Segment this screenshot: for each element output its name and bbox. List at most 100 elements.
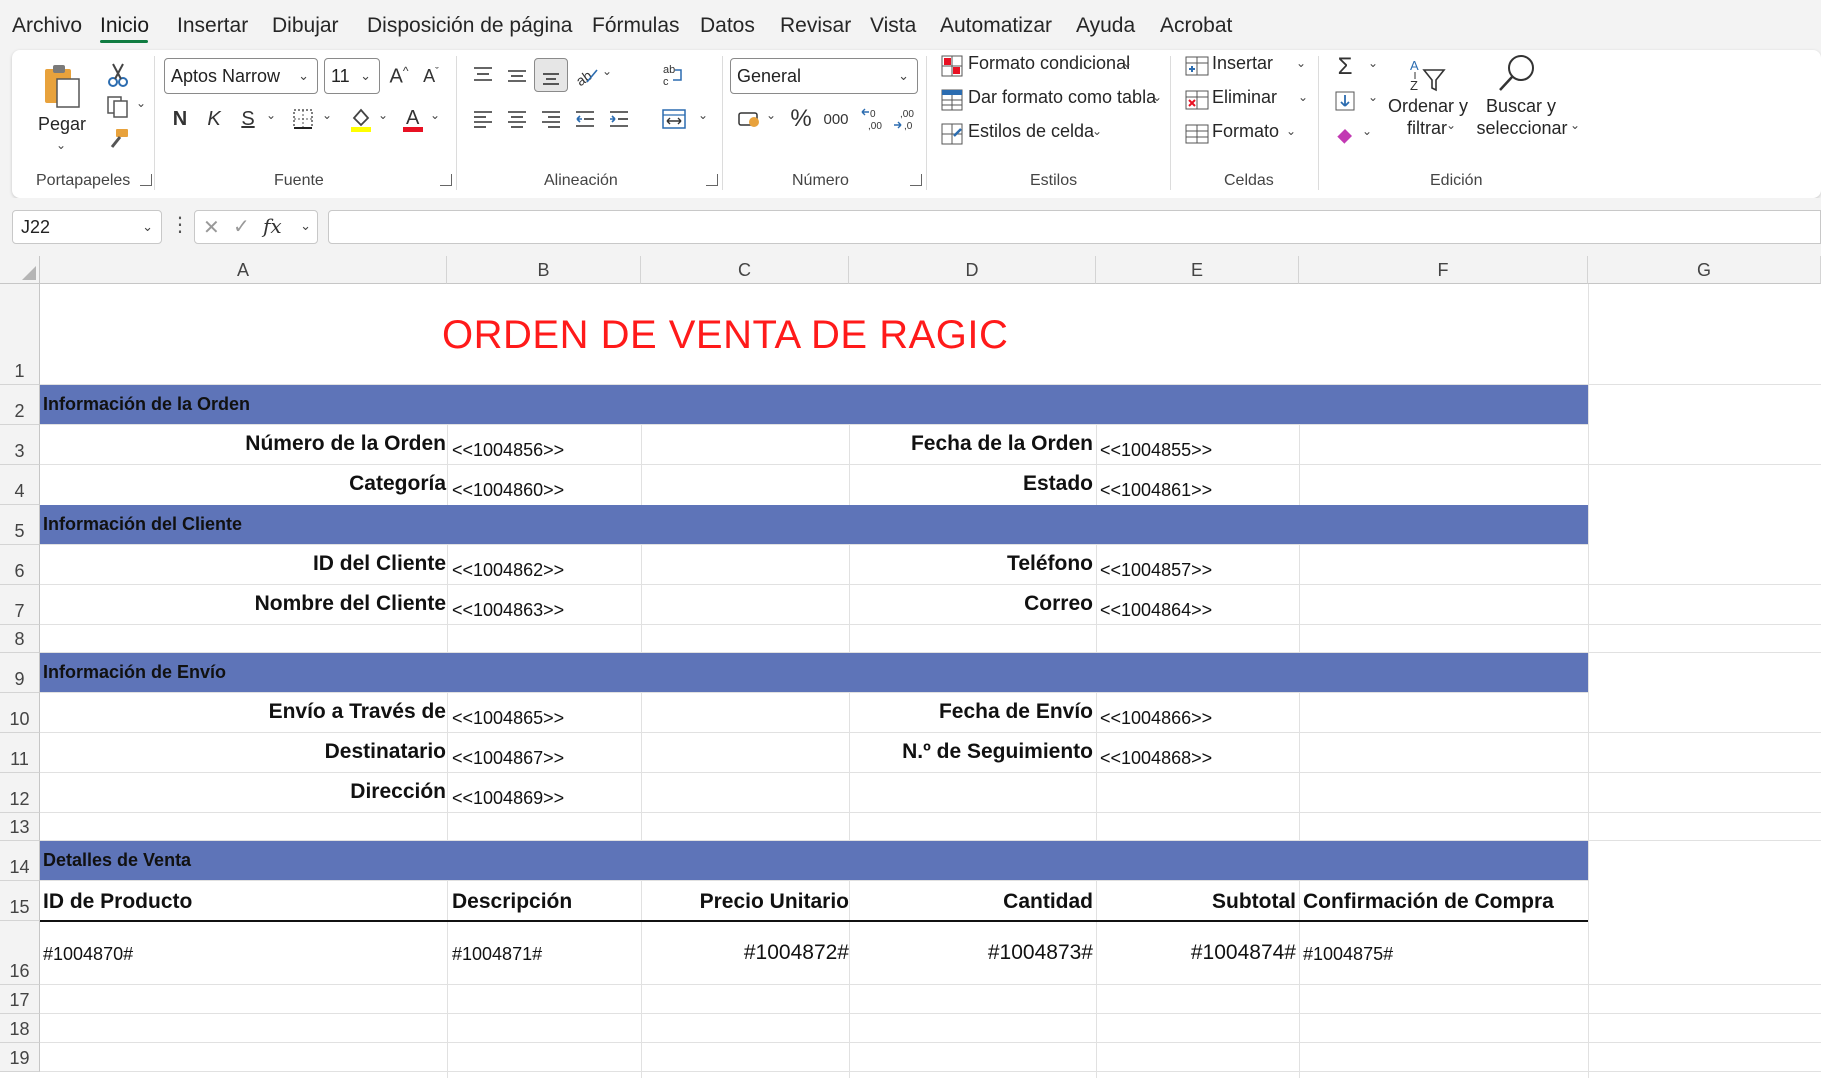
- clear-chevron-icon[interactable]: ⌄: [1362, 124, 1372, 138]
- decrease-font-button[interactable]: Aˇ: [416, 58, 446, 94]
- copy-button[interactable]: [102, 92, 134, 122]
- table-cell-subtotal[interactable]: #1004874#: [1191, 941, 1296, 965]
- alignment-launcher-icon[interactable]: [706, 174, 718, 186]
- sort-filter-icon[interactable]: AZ: [1408, 54, 1448, 98]
- table-cell-product-id[interactable]: #1004870#: [43, 944, 133, 965]
- tab-acrobat[interactable]: Acrobat: [1160, 14, 1232, 38]
- value-ship-via[interactable]: <<1004865>>: [452, 708, 564, 729]
- section-band-sales[interactable]: [40, 841, 1588, 881]
- copy-chevron-icon[interactable]: ⌄: [136, 96, 146, 110]
- wrap-text-button[interactable]: ab c: [658, 58, 690, 92]
- delete-cells-icon[interactable]: [1184, 86, 1210, 114]
- tab-datos[interactable]: Datos: [700, 14, 755, 38]
- name-box[interactable]: J22 ⌄: [12, 210, 162, 244]
- name-box-chevron-icon[interactable]: ⌄: [142, 211, 153, 243]
- select-all-corner[interactable]: [0, 256, 40, 284]
- value-order-date[interactable]: <<1004855>>: [1100, 440, 1212, 461]
- decrease-decimal-button[interactable]: ,00,0: [890, 102, 920, 136]
- format-as-table-button[interactable]: Dar formato como tabla: [968, 87, 1156, 108]
- column-header-c[interactable]: C: [641, 256, 849, 284]
- font-launcher-icon[interactable]: [440, 174, 452, 186]
- tab-ayuda[interactable]: Ayuda: [1076, 14, 1135, 38]
- column-header-d[interactable]: D: [849, 256, 1096, 284]
- row-header-5[interactable]: 5: [0, 505, 40, 545]
- table-cell-description[interactable]: #1004871#: [452, 944, 542, 965]
- enter-icon[interactable]: ✓: [233, 214, 250, 239]
- number-format-select[interactable]: General ⌄: [730, 58, 918, 94]
- clipboard-launcher-icon[interactable]: [140, 174, 152, 186]
- fill-button[interactable]: [1330, 86, 1360, 116]
- orientation-chevron-icon[interactable]: ⌄: [602, 64, 612, 78]
- conditional-format-button[interactable]: Formato condicional: [968, 53, 1130, 74]
- paste-chevron-icon[interactable]: ⌄: [56, 138, 66, 152]
- autosum-button[interactable]: Σ: [1330, 52, 1360, 82]
- increase-font-button[interactable]: A^: [384, 58, 414, 94]
- table-cell-quantity[interactable]: #1004873#: [988, 941, 1093, 965]
- cell-styles-chevron-icon[interactable]: ⌄: [1092, 124, 1102, 138]
- cell-styles-button[interactable]: Estilos de celda: [968, 121, 1094, 142]
- conditional-format-chevron-icon[interactable]: ⌄: [1122, 56, 1132, 70]
- format-as-table-chevron-icon[interactable]: ⌄: [1152, 90, 1162, 104]
- column-header-e[interactable]: E: [1096, 256, 1299, 284]
- row-header-19[interactable]: 19: [0, 1043, 40, 1072]
- fill-color-chevron-icon[interactable]: ⌄: [378, 108, 388, 122]
- percent-button[interactable]: %: [786, 102, 816, 136]
- table-cell-unit-price[interactable]: #1004872#: [744, 941, 849, 965]
- section-band-customer[interactable]: [40, 505, 1588, 545]
- font-name-select[interactable]: Aptos Narrow ⌄: [164, 58, 318, 94]
- row-header-11[interactable]: 11: [0, 733, 40, 773]
- font-color-chevron-icon[interactable]: ⌄: [430, 108, 440, 122]
- format-cells-icon[interactable]: [1184, 120, 1210, 148]
- format-cells-button[interactable]: Formato: [1212, 121, 1279, 142]
- row-header-12[interactable]: 12: [0, 773, 40, 813]
- cut-button[interactable]: [102, 60, 134, 90]
- format-painter-button[interactable]: [102, 124, 134, 154]
- row-header-13[interactable]: 13: [0, 813, 40, 841]
- row-header-10[interactable]: 10: [0, 693, 40, 733]
- find-select-chevron-icon[interactable]: ⌄: [1570, 118, 1580, 132]
- value-recipient[interactable]: <<1004867>>: [452, 748, 564, 769]
- accounting-chevron-icon[interactable]: ⌄: [766, 108, 776, 122]
- font-color-button[interactable]: A: [398, 102, 428, 136]
- underline-chevron-icon[interactable]: ⌄: [266, 108, 276, 122]
- delete-cells-chevron-icon[interactable]: ⌄: [1298, 90, 1308, 104]
- more-options-icon[interactable]: ⋮: [170, 212, 190, 237]
- cell-styles-icon[interactable]: [940, 120, 964, 148]
- align-right-button[interactable]: [536, 102, 566, 136]
- tab-dibujar[interactable]: Dibujar: [272, 14, 339, 38]
- increase-decimal-button[interactable]: 0,00: [858, 102, 888, 136]
- align-center-button[interactable]: [502, 102, 532, 136]
- tab-disposicion[interactable]: Disposición de página: [367, 14, 572, 38]
- row-header-7[interactable]: 7: [0, 585, 40, 625]
- row-header-6[interactable]: 6: [0, 545, 40, 585]
- tab-archivo[interactable]: Archivo: [12, 14, 82, 38]
- orientation-button[interactable]: ab: [572, 58, 602, 92]
- comma-style-button[interactable]: 000: [820, 102, 852, 136]
- align-bottom-button[interactable]: [534, 58, 568, 92]
- borders-chevron-icon[interactable]: ⌄: [322, 108, 332, 122]
- row-header-14[interactable]: 14: [0, 841, 40, 881]
- number-launcher-icon[interactable]: [910, 174, 922, 186]
- table-cell-confirmation[interactable]: #1004875#: [1303, 944, 1393, 965]
- value-email[interactable]: <<1004864>>: [1100, 600, 1212, 621]
- value-tracking[interactable]: <<1004868>>: [1100, 748, 1212, 769]
- column-header-g[interactable]: G: [1588, 256, 1821, 284]
- value-ship-date[interactable]: <<1004866>>: [1100, 708, 1212, 729]
- section-band-order[interactable]: [40, 385, 1588, 425]
- column-header-b[interactable]: B: [447, 256, 641, 284]
- row-header-8[interactable]: 8: [0, 625, 40, 653]
- fx-chevron-icon[interactable]: ⌄: [300, 218, 311, 234]
- bold-button[interactable]: N: [166, 102, 194, 136]
- sort-filter-line1[interactable]: Ordenar y: [1386, 94, 1470, 118]
- tab-formulas[interactable]: Fórmulas: [592, 14, 680, 38]
- row-header-18[interactable]: 18: [0, 1014, 40, 1043]
- decrease-indent-button[interactable]: [570, 102, 600, 136]
- find-select-line1[interactable]: Buscar y: [1476, 94, 1566, 118]
- formula-input[interactable]: [328, 210, 1821, 244]
- value-category[interactable]: <<1004860>>: [452, 480, 564, 501]
- fill-color-button[interactable]: [346, 102, 376, 136]
- conditional-format-icon[interactable]: [940, 52, 964, 80]
- sort-filter-chevron-icon[interactable]: ⌄: [1446, 118, 1456, 132]
- value-order-number[interactable]: <<1004856>>: [452, 440, 564, 461]
- column-header-a[interactable]: A: [40, 256, 447, 284]
